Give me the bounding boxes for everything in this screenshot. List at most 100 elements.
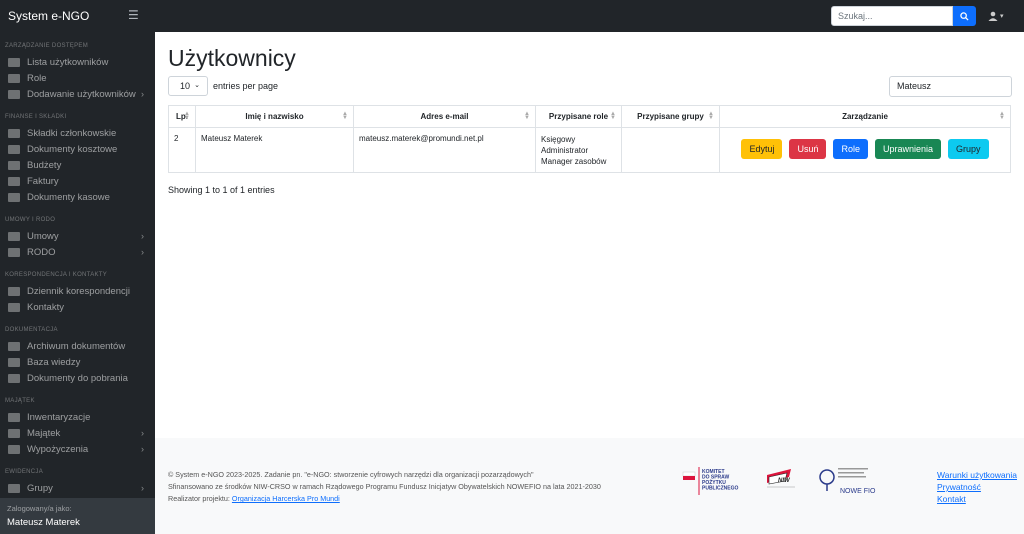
sponsor-logos: KOMITET DO SPRAW POŻYTKU PUBLICZNEGO NIW NO… xyxy=(681,465,921,497)
entries-per-page-label: entries per page xyxy=(213,81,279,91)
footer-line: Realizator projektu: Organizacja Harcers… xyxy=(168,494,340,503)
sidebar-item-umowy[interactable]: Umowy › xyxy=(8,229,150,243)
sidebar-item-label: Budżety xyxy=(27,159,62,171)
table-search-input[interactable]: Mateusz xyxy=(889,76,1012,97)
search-button[interactable] xyxy=(953,6,976,26)
delete-button[interactable]: Usuń xyxy=(789,139,827,159)
footer-links: Warunki użytkowania Prywatność Kontakt xyxy=(937,469,1017,505)
sidebar-item-label: Grupy xyxy=(27,482,53,494)
column-header[interactable]: Adres e-mail ▲ ▼ xyxy=(353,105,536,128)
sidebar-item-budzety[interactable]: Budżety xyxy=(8,158,150,172)
sponsor-logos-graphic: KOMITET DO SPRAW POŻYTKU PUBLICZNEGO NIW NO… xyxy=(682,467,876,495)
coins-icon xyxy=(8,128,20,138)
roles-button[interactable]: Role xyxy=(833,139,868,159)
sidebar-item-wypozyczenia[interactable]: Wypożyczenia › xyxy=(8,442,150,456)
niw-logo: NIW xyxy=(767,469,795,488)
cell-name: Mateusz Materek xyxy=(195,127,354,173)
chevron-right-icon: › xyxy=(141,89,144,99)
sidebar-item-label: Archiwum dokumentów xyxy=(27,340,126,352)
chevron-right-icon: › xyxy=(141,231,144,241)
cell-actions: Edytuj Usuń Role Uprawnienia Grupy xyxy=(719,127,1011,173)
sidebar-item-label: Majątek xyxy=(27,427,61,439)
file-invoice-icon xyxy=(8,144,20,154)
edit-button[interactable]: Edytuj xyxy=(741,139,783,159)
cell-lp: 2 xyxy=(168,127,196,173)
sort-icon: ▲ ▼ xyxy=(708,111,714,121)
sidebar-item-label: Składki członkowskie xyxy=(27,127,117,139)
book-icon xyxy=(8,286,20,296)
sidebar-item-baza-wiedzy[interactable]: Baza wiedzy xyxy=(8,355,150,369)
column-header[interactable]: Imię i nazwisko ▲ ▼ xyxy=(195,105,354,128)
user-menu[interactable]: ▾ xyxy=(988,11,1004,21)
role-item: Manager zasobów xyxy=(541,157,607,166)
sidebar-item-inwentaryzacje[interactable]: Inwentaryzacje xyxy=(8,410,150,424)
column-header[interactable]: Lp. ▲ ▼ xyxy=(168,105,196,128)
user-icon xyxy=(988,11,998,21)
page-title: Użytkownicy xyxy=(168,45,296,71)
search-icon xyxy=(960,11,969,21)
sidebar-item-label: Lista użytkowników xyxy=(27,56,109,68)
column-header[interactable]: Przypisane role ▲ ▼ xyxy=(535,105,622,128)
file-icon xyxy=(8,176,20,186)
sidebar-heading: DOKUMENTACJA xyxy=(5,327,58,333)
sidebar-item-label: Wypożyczenia xyxy=(27,443,89,455)
terms-link[interactable]: Warunki użytkowania xyxy=(937,469,1017,481)
groups-button[interactable]: Grupy xyxy=(948,139,989,159)
sidebar-item-label: Baza wiedzy xyxy=(27,356,81,368)
entries-per-page-select[interactable]: 10 ⌄ xyxy=(168,76,208,96)
sidebar-item-label: Umowy xyxy=(27,230,59,242)
table-header-row: Lp. ▲ ▼ Imię i nazwisko ▲ ▼ Adres e-mail ▲ ▼ P… xyxy=(168,105,1011,128)
column-header[interactable]: Zarządzanie ▲ ▼ xyxy=(719,105,1011,128)
privacy-link[interactable]: Prywatność xyxy=(937,481,1017,493)
id-card-icon xyxy=(8,73,20,83)
sidebar-item-label: Dziennik korespondencji xyxy=(27,285,130,297)
sidebar-heading: EWIDENCJA xyxy=(5,469,44,475)
tools-icon xyxy=(8,428,20,438)
table-row: 2 Mateusz Materek mateusz.materek@promun… xyxy=(168,127,1011,173)
sidebar-item-label: RODO xyxy=(27,246,56,258)
permissions-button[interactable]: Uprawnienia xyxy=(875,139,942,159)
sidebar-item-faktury[interactable]: Faktury xyxy=(8,174,150,188)
archive-icon xyxy=(8,341,20,351)
sidebar-item-dziennik-korespondencji[interactable]: Dziennik korespondencji xyxy=(8,284,150,298)
column-header[interactable]: Przypisane grupy ▲ ▼ xyxy=(621,105,720,128)
sidebar-item-kontakty[interactable]: Kontakty xyxy=(8,300,150,314)
sidebar-item-role[interactable]: Role xyxy=(8,71,150,85)
sidebar-heading: FINANSE I SKŁADKI xyxy=(5,114,67,120)
sidebar-item-label: Dodawanie użytkowników xyxy=(27,88,136,100)
sidebar-item-dokumenty-do-pobrania[interactable]: Dokumenty do pobrania xyxy=(8,371,150,385)
sidebar-item-label: Dokumenty kosztowe xyxy=(27,143,118,155)
file-contract-icon xyxy=(8,231,20,241)
sidebar-heading: UMOWY I RODO xyxy=(5,217,56,223)
sidebar-item-skladki[interactable]: Składki członkowskie xyxy=(8,126,150,140)
sidebar-item-lista-uzytkownikow[interactable]: Lista użytkowników xyxy=(8,55,150,69)
handshake-icon xyxy=(8,444,20,454)
sidebar-item-dodawanie-uzytkownikow[interactable]: Dodawanie użytkowników › xyxy=(8,87,150,101)
hamburger-icon[interactable]: ☰ xyxy=(128,8,139,22)
sort-icon: ▲ ▼ xyxy=(342,111,348,121)
download-icon xyxy=(8,373,20,383)
page-footer: © System e-NGO 2023-2025. Zadanie pn. "e… xyxy=(155,438,1024,534)
sidebar-item-dokumenty-kosztowe[interactable]: Dokumenty kosztowe xyxy=(8,142,150,156)
contact-link[interactable]: Kontakt xyxy=(937,493,1017,505)
cell-email: mateusz.materek@promundi.net.pl xyxy=(353,127,536,173)
piggy-bank-icon xyxy=(8,160,20,170)
sidebar-item-archiwum[interactable]: Archiwum dokumentów xyxy=(8,339,150,353)
search-input[interactable]: Szukaj... xyxy=(831,6,953,26)
sidebar-item-rodo[interactable]: RODO › xyxy=(8,245,150,259)
sort-icon: ▲ ▼ xyxy=(184,111,190,121)
chevron-right-icon: › xyxy=(141,428,144,438)
role-item: Księgowy xyxy=(541,135,576,144)
niw-logo-text: NIW xyxy=(778,478,791,484)
sidebar-item-grupy[interactable]: Grupy › xyxy=(8,481,150,495)
sort-icon: ▲ ▼ xyxy=(524,111,530,121)
address-book-icon xyxy=(8,302,20,312)
app-brand[interactable]: System e-NGO xyxy=(8,9,89,23)
realizator-link[interactable]: Organizacja Harcerska Pro Mundi xyxy=(232,494,340,503)
sidebar-heading: KORESPONDENCJA I KONTAKTY xyxy=(5,272,108,278)
nowe-fio-logo-text: NOWE FIO xyxy=(840,488,876,495)
sidebar-item-dokumenty-kasowe[interactable]: Dokumenty kasowe xyxy=(8,190,150,204)
cell-roles: Księgowy Administrator Manager zasobów xyxy=(535,127,622,173)
footer-text: © System e-NGO 2023-2025. Zadanie pn. "e… xyxy=(168,469,601,505)
sidebar-item-majatek[interactable]: Majątek › xyxy=(8,426,150,440)
